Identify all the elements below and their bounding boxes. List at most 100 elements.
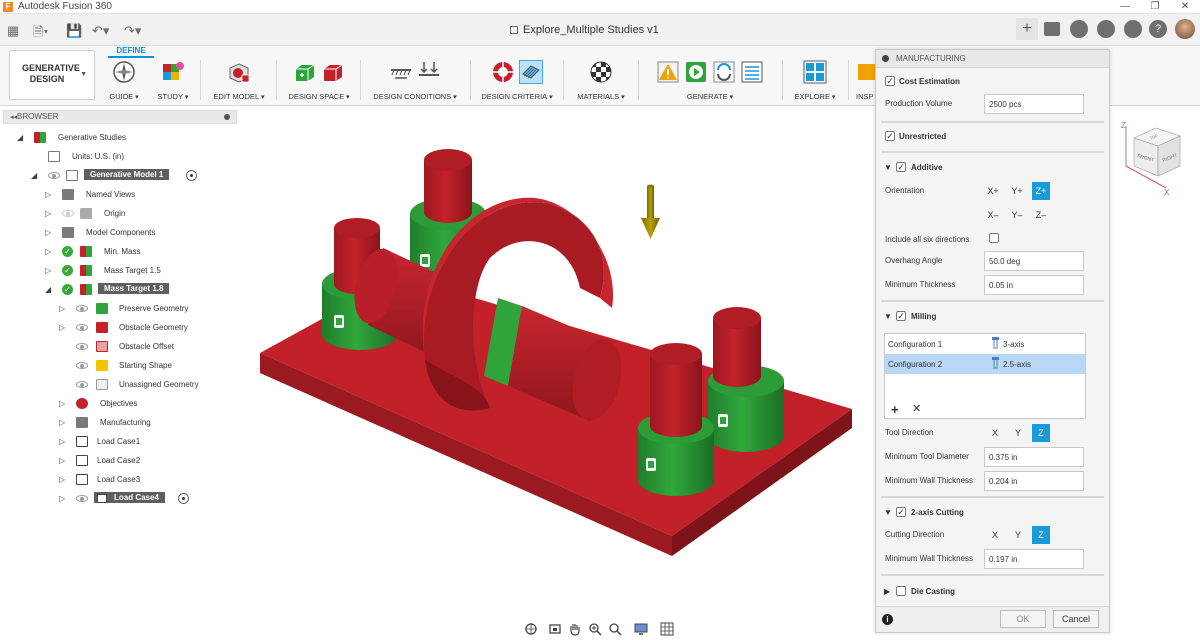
- maximize-icon[interactable]: ❐: [1140, 0, 1170, 14]
- expand-triangle-icon[interactable]: ▷: [59, 494, 67, 503]
- production-volume-input[interactable]: 2500 pcs: [984, 94, 1084, 114]
- add-configuration-icon[interactable]: +: [891, 402, 899, 417]
- visibility-eye-icon[interactable]: [76, 493, 88, 504]
- design-space-group[interactable]: DESIGN SPACE: [284, 58, 354, 104]
- tab-define[interactable]: DEFINE: [108, 46, 154, 58]
- tree-item[interactable]: ▷ Manufacturing: [0, 415, 240, 431]
- notifications-icon[interactable]: [1097, 20, 1115, 38]
- configuration-row[interactable]: Configuration 1 3-axis: [885, 334, 1085, 354]
- cancel-button[interactable]: Cancel: [1053, 610, 1099, 628]
- tool-direction-x-button[interactable]: X: [986, 424, 1004, 442]
- fit-zoom-icon[interactable]: [608, 622, 622, 636]
- activate-radio-icon[interactable]: [178, 493, 189, 504]
- delete-configuration-icon[interactable]: ✕: [912, 402, 921, 415]
- visibility-eye-icon[interactable]: [76, 303, 88, 314]
- file-icon[interactable]: 🗎▾: [33, 23, 48, 45]
- expand-triangle-icon[interactable]: ◢: [17, 133, 25, 142]
- canvas-viewport[interactable]: [240, 108, 875, 608]
- chevron-down-icon[interactable]: ▼: [884, 508, 892, 517]
- tree-item[interactable]: Units: U.S. (in): [0, 149, 240, 165]
- cutting-direction-x-button[interactable]: X: [986, 526, 1004, 544]
- redo-icon[interactable]: ↷▾: [124, 23, 141, 39]
- undo-icon[interactable]: ↶▾: [92, 23, 109, 39]
- expand-triangle-icon[interactable]: ▷: [45, 228, 53, 237]
- grid-settings-icon[interactable]: [660, 622, 674, 636]
- orientation-x-plus-button[interactable]: X+: [984, 182, 1002, 200]
- additive-checkbox[interactable]: ✓: [896, 162, 906, 172]
- chevron-right-icon[interactable]: ▶: [884, 587, 890, 596]
- visibility-eye-icon[interactable]: [76, 379, 88, 390]
- orientation-z-minus-button[interactable]: Z–: [1032, 206, 1050, 224]
- unrestricted-checkbox[interactable]: ✓: [885, 131, 895, 141]
- configuration-row[interactable]: Configuration 2 2.5-axis: [885, 354, 1085, 374]
- six-directions-checkbox[interactable]: [989, 233, 999, 243]
- visibility-eye-icon[interactable]: [62, 208, 74, 219]
- tree-item[interactable]: Starting Shape: [0, 358, 240, 374]
- milling-min-wall-input[interactable]: 0.204 in: [984, 471, 1084, 491]
- materials-group[interactable]: MATERIALS: [570, 58, 632, 104]
- orbit-icon[interactable]: [524, 622, 538, 636]
- load-arrow-icon[interactable]: [641, 184, 660, 240]
- design-criteria-group[interactable]: DESIGN CRITERIA: [476, 58, 558, 104]
- look-at-icon[interactable]: [548, 622, 562, 636]
- tree-item[interactable]: ◢ Generative Studies: [0, 130, 240, 146]
- tree-item[interactable]: ▷ Preserve Geometry: [0, 301, 240, 317]
- ok-button[interactable]: OK: [1000, 610, 1046, 628]
- minimize-icon[interactable]: —: [1110, 0, 1140, 14]
- expand-triangle-icon[interactable]: ▷: [59, 399, 67, 408]
- edit-model-group[interactable]: EDIT MODEL: [208, 58, 270, 104]
- generate-group[interactable]: GENERATE: [644, 58, 776, 104]
- tool-direction-y-button[interactable]: Y: [1009, 424, 1027, 442]
- user-avatar[interactable]: [1175, 19, 1195, 39]
- app-grid-icon[interactable]: ▦: [7, 23, 19, 39]
- pan-hand-icon[interactable]: [568, 622, 582, 636]
- expand-triangle-icon[interactable]: ◢: [45, 285, 53, 294]
- close-icon[interactable]: ✕: [1170, 0, 1200, 14]
- cutting-direction-z-button[interactable]: Z: [1032, 526, 1050, 544]
- explore-group[interactable]: EXPLORE: [786, 58, 844, 104]
- tree-item[interactable]: ▷ Model Components: [0, 225, 240, 241]
- die-casting-checkbox[interactable]: [896, 586, 906, 596]
- expand-triangle-icon[interactable]: ▷: [59, 475, 67, 484]
- guide-group[interactable]: GUIDE: [104, 58, 144, 104]
- cutting-direction-y-button[interactable]: Y: [1009, 526, 1027, 544]
- display-settings-icon[interactable]: [634, 622, 648, 636]
- expand-triangle-icon[interactable]: ▷: [45, 209, 53, 218]
- info-icon[interactable]: i: [882, 614, 893, 625]
- two-axis-min-wall-input[interactable]: 0.197 in: [984, 549, 1084, 569]
- expand-triangle-icon[interactable]: ▷: [45, 266, 53, 275]
- expand-triangle-icon[interactable]: ▷: [59, 304, 67, 313]
- visibility-eye-icon[interactable]: [48, 170, 60, 181]
- workspace-switcher[interactable]: GENERATIVE DESIGN ▼: [9, 50, 95, 100]
- tree-item[interactable]: Unassigned Geometry: [0, 377, 240, 393]
- tree-item[interactable]: ▷ Load Case4: [0, 491, 240, 507]
- tree-item[interactable]: ▷ Named Views: [0, 187, 240, 203]
- expand-triangle-icon[interactable]: ▷: [45, 247, 53, 256]
- job-status-icon[interactable]: [1044, 22, 1060, 36]
- expand-triangle-icon[interactable]: ▷: [45, 190, 53, 199]
- min-tool-diameter-input[interactable]: 0.375 in: [984, 447, 1084, 467]
- expand-triangle-icon[interactable]: ▷: [59, 323, 67, 332]
- visibility-eye-icon[interactable]: [76, 360, 88, 371]
- tree-item[interactable]: ▷ Load Case2: [0, 453, 240, 469]
- activate-radio-icon[interactable]: [186, 170, 197, 181]
- tree-item[interactable]: ▷ ✓ Mass Target 1.5: [0, 263, 240, 279]
- tree-item[interactable]: ▷ ✓ Min. Mass: [0, 244, 240, 260]
- panel-header[interactable]: MANUFACTURING: [876, 50, 1109, 68]
- visibility-eye-icon[interactable]: [76, 322, 88, 333]
- panel-pin-icon[interactable]: [882, 55, 889, 62]
- cost-estimation-checkbox[interactable]: ✓: [885, 76, 895, 86]
- tree-item[interactable]: ▷ Objectives: [0, 396, 240, 412]
- tool-direction-z-button[interactable]: Z: [1032, 424, 1050, 442]
- expand-triangle-icon[interactable]: ▷: [59, 437, 67, 446]
- two-axis-checkbox[interactable]: ✓: [896, 507, 906, 517]
- overhang-angle-input[interactable]: 50.0 deg: [984, 251, 1084, 271]
- study-group[interactable]: STUDY: [152, 58, 194, 104]
- online-status-icon[interactable]: [1124, 20, 1142, 38]
- expand-triangle-icon[interactable]: ▷: [59, 418, 67, 427]
- orientation-y-plus-button[interactable]: Y+: [1008, 182, 1026, 200]
- chevron-down-icon[interactable]: ▼: [884, 312, 892, 321]
- chevron-down-icon[interactable]: ▼: [884, 163, 892, 172]
- zoom-icon[interactable]: [588, 622, 602, 636]
- orientation-y-minus-button[interactable]: Y–: [1008, 206, 1026, 224]
